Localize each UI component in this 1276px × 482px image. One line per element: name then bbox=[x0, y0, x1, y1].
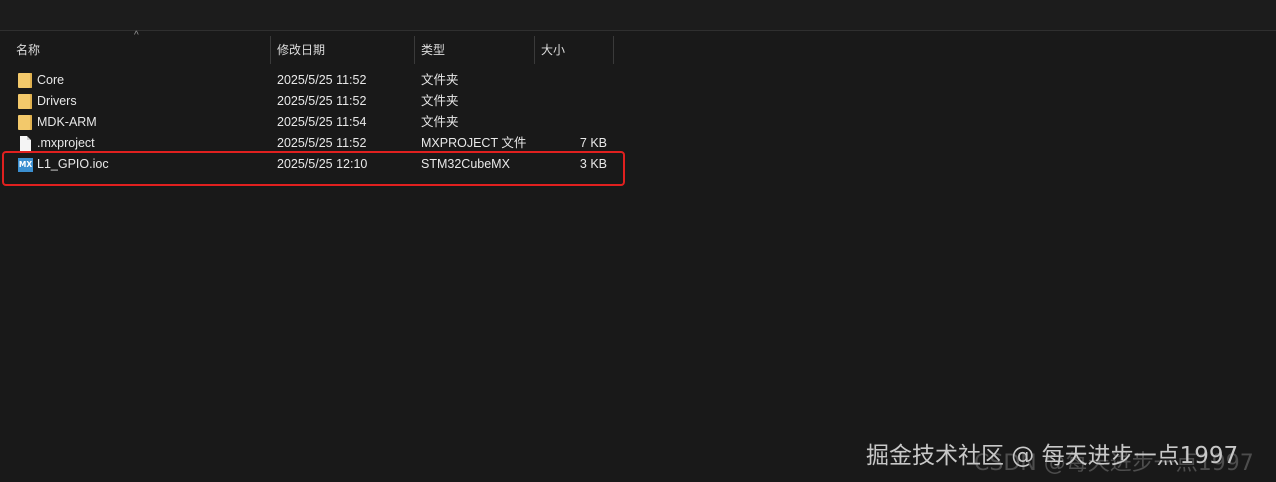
file-explorer-window: ^ 名称 修改日期 类型 大小 Core 2025/5/25 11:52 文件夹… bbox=[0, 0, 1276, 482]
column-divider[interactable] bbox=[613, 36, 614, 64]
column-divider[interactable] bbox=[270, 36, 271, 64]
column-divider[interactable] bbox=[414, 36, 415, 64]
file-type: 文件夹 bbox=[421, 94, 459, 108]
file-size bbox=[540, 91, 607, 112]
column-header-date[interactable]: 修改日期 bbox=[277, 36, 325, 64]
file-date: 2025/5/25 11:52 bbox=[277, 73, 367, 87]
file-icon bbox=[20, 136, 31, 151]
file-date: 2025/5/25 11:52 bbox=[277, 94, 367, 108]
file-type: 文件夹 bbox=[421, 73, 459, 87]
file-row-mdk-arm[interactable]: MDK-ARM 2025/5/25 11:54 文件夹 bbox=[0, 112, 1276, 133]
folder-icon bbox=[18, 73, 32, 88]
file-name: MDK-ARM bbox=[37, 115, 97, 129]
file-name: Drivers bbox=[37, 94, 77, 108]
file-date: 2025/5/25 11:54 bbox=[277, 115, 367, 129]
folder-icon bbox=[18, 115, 32, 130]
watermark-juejin: 掘金技术社区 @ 每天进步一点1997 bbox=[866, 443, 1239, 469]
file-size bbox=[540, 70, 607, 91]
column-header-name[interactable]: 名称 bbox=[16, 36, 40, 64]
folder-icon bbox=[18, 94, 32, 109]
file-size bbox=[540, 112, 607, 133]
column-header-type[interactable]: 类型 bbox=[421, 36, 445, 64]
file-type: 文件夹 bbox=[421, 115, 459, 129]
file-row-drivers[interactable]: Drivers 2025/5/25 11:52 文件夹 bbox=[0, 91, 1276, 112]
file-row-core[interactable]: Core 2025/5/25 11:52 文件夹 bbox=[0, 70, 1276, 91]
sort-ascending-icon: ^ bbox=[134, 30, 139, 41]
column-header-bar: ^ 名称 修改日期 类型 大小 bbox=[0, 31, 1276, 64]
column-divider[interactable] bbox=[534, 36, 535, 64]
highlight-annotation-box bbox=[2, 151, 625, 186]
toolbar-strip bbox=[0, 0, 1276, 31]
file-name: Core bbox=[37, 73, 65, 87]
column-header-size[interactable]: 大小 bbox=[541, 36, 565, 64]
